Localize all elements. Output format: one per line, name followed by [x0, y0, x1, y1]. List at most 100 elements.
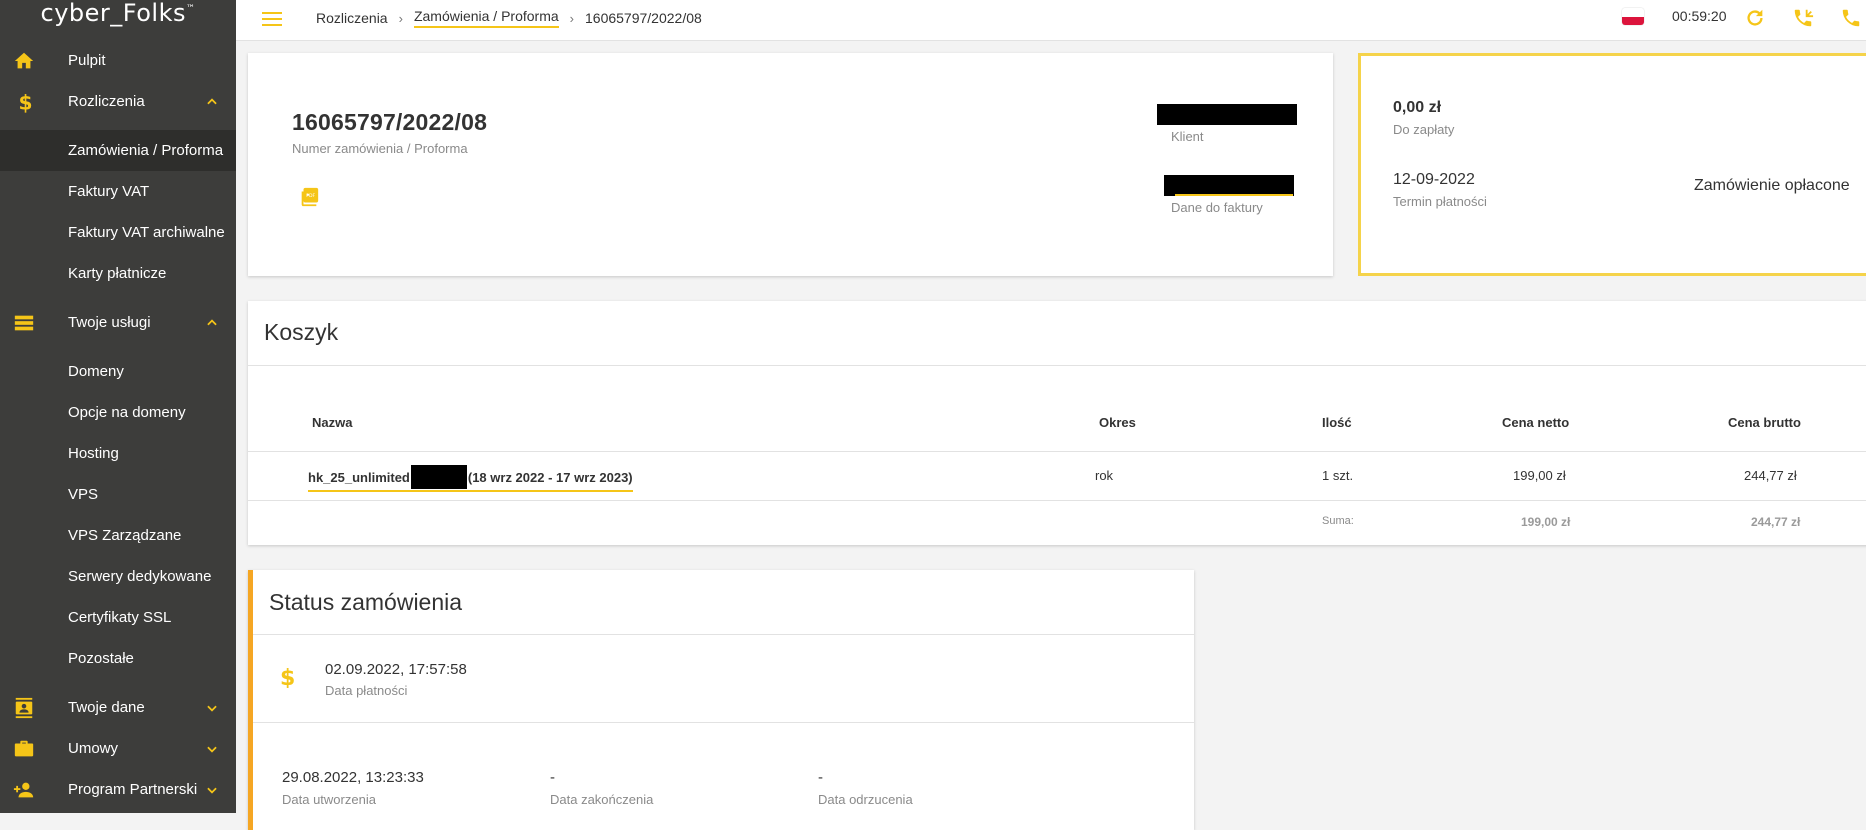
- sidebar-item-label: Pulpit: [68, 52, 106, 69]
- chevron-right-icon: ›: [398, 10, 403, 26]
- sidebar-item-hosting[interactable]: Hosting: [0, 433, 236, 474]
- chevron-down-icon: [205, 742, 219, 756]
- refresh-icon[interactable]: [1744, 7, 1766, 29]
- sum-gross: 244,77 zł: [1751, 515, 1801, 529]
- sum-net: 199,00 zł: [1521, 515, 1571, 529]
- sidebar-item-opcje-domeny[interactable]: Opcje na domeny: [0, 392, 236, 433]
- due-date-label: Termin płatności: [1393, 194, 1487, 209]
- home-icon: [13, 50, 35, 72]
- order-card: 16065797/2022/08 Numer zamówienia / Prof…: [248, 53, 1333, 276]
- topbar: Rozliczenia › Zamówienia / Proforma › 16…: [236, 0, 1866, 41]
- payment-date-label: Data płatności: [325, 683, 408, 698]
- divider: [253, 634, 1194, 635]
- sidebar-item-faktury-archiwalne[interactable]: Faktury VAT archiwalne: [0, 212, 236, 253]
- add-user-icon: [13, 779, 35, 801]
- row-qty: 1 szt.: [1322, 468, 1354, 483]
- chevron-right-icon: ›: [569, 10, 574, 26]
- invoice-link-underline: [1175, 194, 1293, 196]
- breadcrumb-rozliczenia[interactable]: Rozliczenia: [316, 10, 388, 26]
- sidebar-item-rozliczenia[interactable]: $ Rozliczenia: [0, 81, 236, 122]
- breadcrumb-current: 16065797/2022/08: [585, 10, 702, 26]
- sidebar-item-label: Serwery dedykowane: [68, 568, 212, 585]
- product-name: hk_25_unlimited: [308, 469, 410, 485]
- sidebar-item-program-partnerski[interactable]: Program Partnerski: [0, 769, 236, 810]
- row-period: rok: [1095, 468, 1114, 483]
- divider: [253, 722, 1194, 723]
- sidebar-item-label: Zamówienia / Proforma: [68, 142, 224, 159]
- sidebar-item-label: Umowy: [68, 740, 119, 757]
- sidebar-item-pulpit[interactable]: Pulpit: [0, 40, 236, 81]
- logo-trademark: ™: [185, 4, 196, 14]
- sidebar: cyber_Folks™ Pulpit $ Rozliczenia Zamówi…: [0, 0, 236, 813]
- logo[interactable]: cyber_Folks™: [0, 0, 236, 28]
- sum-label: Suma:: [1322, 515, 1354, 527]
- chevron-down-icon: [205, 783, 219, 797]
- pdf-download-icon[interactable]: PDF: [298, 186, 320, 208]
- invoice-data-label: Dane do faktury: [1171, 200, 1263, 215]
- sidebar-item-faktury-vat[interactable]: Faktury VAT: [0, 171, 236, 212]
- chevron-up-icon: [205, 95, 219, 109]
- phone-icon[interactable]: [1840, 7, 1862, 29]
- rejected-date: -: [818, 769, 823, 786]
- server-list-icon: [13, 312, 35, 334]
- finished-date: -: [550, 769, 555, 786]
- product-link[interactable]: hk_25_unlimited (18 wrz 2022 - 17 wrz 202…: [308, 465, 633, 492]
- sidebar-item-label: Faktury VAT archiwalne: [68, 224, 225, 241]
- sidebar-item-serwery[interactable]: Serwery dedykowane: [0, 556, 236, 597]
- sidebar-item-zamowienia[interactable]: Zamówienia / Proforma: [0, 130, 236, 171]
- payment-card: 0,00 zł Do zapłaty 12-09-2022 Termin pła…: [1358, 53, 1866, 276]
- cart-card: Koszyk Nazwa Okres Ilość Cena netto Cena…: [248, 301, 1866, 545]
- sidebar-item-label: Program Partnerski: [68, 781, 198, 798]
- redacted-client: [1157, 104, 1297, 125]
- row-gross-price: 244,77 zł: [1744, 468, 1797, 483]
- breadcrumb: Rozliczenia › Zamówienia / Proforma › 16…: [316, 8, 702, 28]
- due-date: 12-09-2022: [1393, 171, 1475, 188]
- sidebar-item-label: Certyfikaty SSL: [68, 609, 172, 626]
- column-header-gross: Cena brutto: [1728, 415, 1801, 430]
- phone-callback-icon[interactable]: [1792, 7, 1814, 29]
- rejected-date-label: Data odrzucenia: [818, 792, 913, 807]
- order-number-label: Numer zamówienia / Proforma: [292, 141, 468, 156]
- amount-due: 0,00 zł: [1393, 99, 1442, 116]
- created-date-label: Data utworzenia: [282, 792, 376, 807]
- sidebar-item-label: Twoje dane: [68, 699, 145, 716]
- column-header-net: Cena netto: [1502, 415, 1570, 430]
- divider: [248, 451, 1866, 452]
- sidebar-item-label: Karty płatnicze: [68, 265, 167, 282]
- payment-date: 02.09.2022, 17:57:58: [325, 661, 467, 678]
- column-header-qty: Ilość: [1322, 415, 1352, 430]
- menu-icon[interactable]: [262, 8, 282, 28]
- sidebar-item-label: Pozostałe: [68, 650, 134, 667]
- sidebar-item-umowy[interactable]: Umowy: [0, 728, 236, 769]
- row-net-price: 199,00 zł: [1513, 468, 1566, 483]
- chevron-up-icon: [205, 316, 219, 330]
- sidebar-item-vps-zarzadzane[interactable]: VPS Zarządzane: [0, 515, 236, 556]
- sidebar-item-pozostale[interactable]: Pozostałe: [0, 638, 236, 679]
- sidebar-item-label: VPS Zarządzane: [68, 527, 182, 544]
- sidebar-item-twoje-uslugi[interactable]: Twoje usługi: [0, 302, 236, 343]
- product-period-range: (18 wrz 2022 - 17 wrz 2023): [467, 469, 633, 485]
- sidebar-item-label: VPS: [68, 486, 99, 503]
- polish-flag-icon[interactable]: [1622, 8, 1644, 25]
- logo-text: cyber_Folks: [40, 0, 186, 27]
- dollar-icon: $: [13, 91, 35, 113]
- sidebar-item-label: Twoje usługi: [68, 314, 151, 331]
- client-label: Klient: [1171, 129, 1204, 144]
- sidebar-item-ssl[interactable]: Certyfikaty SSL: [0, 597, 236, 638]
- svg-text:PDF: PDF: [306, 193, 315, 199]
- amount-due-label: Do zapłaty: [1393, 122, 1455, 137]
- sidebar-item-vps[interactable]: VPS: [0, 474, 236, 515]
- sidebar-item-label: Hosting: [68, 445, 119, 462]
- finished-date-label: Data zakończenia: [550, 792, 654, 807]
- sidebar-item-domeny[interactable]: Domeny: [0, 351, 236, 392]
- briefcase-icon: [13, 738, 35, 760]
- redacted-invoice-data[interactable]: [1164, 175, 1294, 196]
- sidebar-item-twoje-dane[interactable]: Twoje dane: [0, 687, 236, 728]
- breadcrumb-zamowienia[interactable]: Zamówienia / Proforma: [413, 8, 559, 28]
- sidebar-item-karty-platnicze[interactable]: Karty płatnicze: [0, 253, 236, 294]
- divider: [248, 365, 1866, 366]
- order-status-card: Status zamówienia $ 02.09.2022, 17:57:58…: [248, 570, 1194, 830]
- order-number: 16065797/2022/08: [292, 109, 488, 135]
- cart-title: Koszyk: [264, 319, 339, 345]
- redacted-domain: [410, 465, 467, 489]
